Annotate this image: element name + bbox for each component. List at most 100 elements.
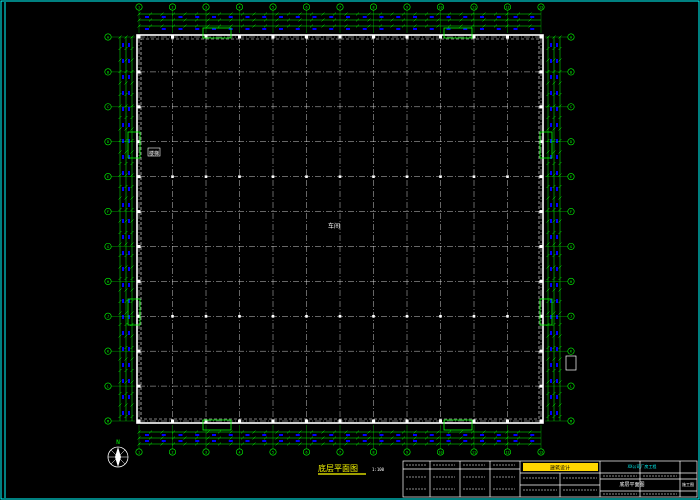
- right-detail-box: [565, 355, 577, 371]
- column-marker: [539, 384, 543, 388]
- window-mark: [122, 219, 124, 223]
- window-mark: [556, 315, 558, 319]
- column-marker: [271, 419, 275, 423]
- window-mark: [128, 123, 130, 127]
- window-mark: [279, 434, 283, 436]
- window-mark: [212, 440, 216, 442]
- column-marker: [405, 35, 409, 39]
- window-mark: [295, 16, 300, 18]
- window-mark: [463, 434, 468, 436]
- column-marker: [204, 314, 208, 318]
- axis-label: 5: [272, 450, 274, 454]
- axis-label: 8: [372, 5, 374, 9]
- window-mark: [556, 139, 558, 143]
- column-marker: [539, 210, 543, 214]
- window-mark: [329, 16, 334, 18]
- window-mark: [446, 440, 451, 442]
- window-mark: [556, 219, 558, 223]
- window-mark: [362, 28, 367, 30]
- axis-label: 4: [238, 5, 240, 9]
- column-marker: [539, 419, 543, 423]
- axis-label: C: [570, 105, 572, 109]
- window-mark: [550, 363, 552, 367]
- window-mark: [122, 43, 124, 47]
- column-marker: [137, 175, 141, 179]
- column-marker: [506, 419, 509, 423]
- column-marker: [305, 419, 308, 423]
- window-mark: [122, 267, 124, 271]
- axis-label: A: [107, 35, 109, 39]
- window-mark: [379, 434, 384, 436]
- window-mark: [413, 440, 417, 442]
- window-mark: [295, 28, 300, 30]
- axis-label: 7: [339, 5, 341, 9]
- column-marker: [338, 35, 342, 39]
- window-mark: [145, 434, 149, 436]
- window-mark: [550, 203, 552, 207]
- window-mark: [530, 440, 535, 442]
- column-marker: [439, 314, 442, 318]
- column-marker: [305, 175, 308, 178]
- window-mark: [122, 139, 124, 143]
- window-mark: [346, 28, 350, 30]
- window-mark: [212, 434, 216, 436]
- window-mark: [161, 28, 166, 30]
- window-mark: [413, 434, 417, 436]
- column-marker: [372, 175, 375, 178]
- window-mark: [550, 331, 552, 335]
- axis-label: K: [107, 350, 110, 354]
- window-mark: [122, 379, 124, 383]
- window-mark: [496, 434, 501, 436]
- window-mark: [556, 59, 558, 63]
- window-mark: [122, 187, 124, 191]
- window-mark: [550, 75, 552, 79]
- window-mark: [122, 123, 124, 127]
- axis-label: 9: [406, 5, 408, 9]
- axis-label: C: [107, 105, 109, 109]
- axis-label: 5: [272, 5, 274, 9]
- window-mark: [396, 440, 401, 442]
- column-marker: [372, 35, 375, 39]
- window-mark: [128, 107, 130, 111]
- axis-label: H: [570, 280, 572, 284]
- window-mark: [550, 395, 552, 399]
- window-mark: [262, 440, 267, 442]
- window-mark: [556, 107, 558, 111]
- axis-label: B: [107, 70, 109, 74]
- drawing-border: [0, 0, 700, 500]
- window-mark: [128, 363, 130, 367]
- window-mark: [122, 251, 124, 255]
- window-mark: [429, 28, 434, 30]
- window-mark: [122, 235, 124, 239]
- window-mark: [128, 235, 130, 239]
- window-mark: [362, 434, 367, 436]
- hall-label: 车间: [328, 222, 340, 230]
- window-mark: [346, 440, 350, 442]
- column-marker: [472, 35, 476, 39]
- window-mark: [396, 28, 401, 30]
- window-mark: [446, 16, 451, 18]
- column-marker: [271, 314, 275, 318]
- window-mark: [550, 267, 552, 271]
- axis-label: H: [107, 280, 109, 284]
- window-mark: [530, 16, 535, 18]
- axis-label: 10: [438, 5, 442, 9]
- window-mark: [295, 434, 300, 436]
- window-mark: [556, 75, 558, 79]
- window-mark: [550, 379, 552, 383]
- window-mark: [128, 347, 130, 351]
- window-mark: [228, 16, 233, 18]
- window-mark: [128, 219, 130, 223]
- axis-label: 9: [406, 450, 408, 454]
- axis-label: D: [107, 140, 109, 144]
- column-marker: [171, 419, 174, 423]
- window-mark: [145, 440, 149, 442]
- axis-label: A: [570, 35, 572, 39]
- window-mark: [429, 434, 434, 436]
- column-marker: [238, 314, 241, 318]
- window-mark: [513, 434, 518, 436]
- window-mark: [513, 440, 518, 442]
- window-mark: [446, 434, 451, 436]
- window-mark: [145, 16, 149, 18]
- axis-label: G: [107, 245, 109, 249]
